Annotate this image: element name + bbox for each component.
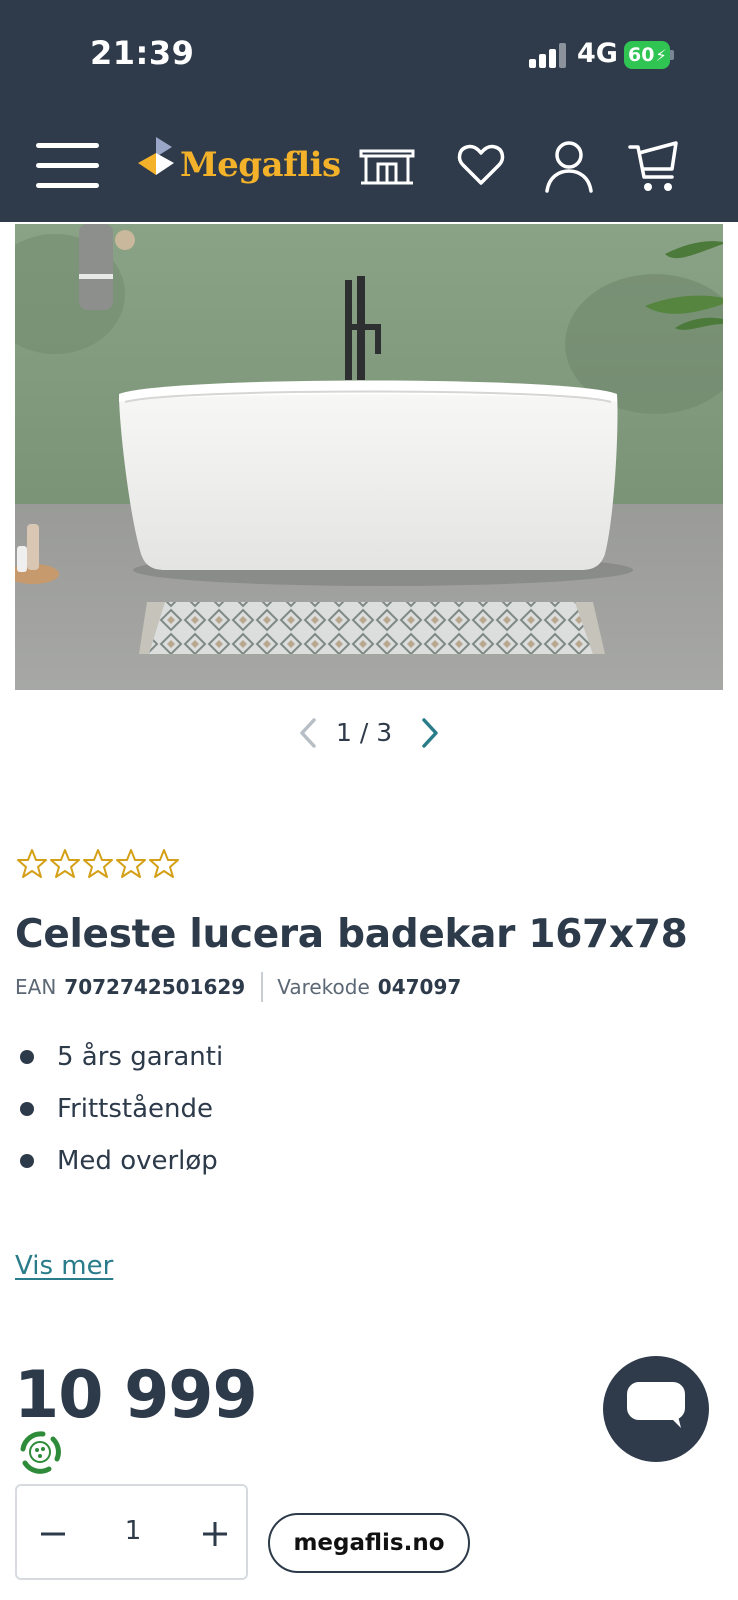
- ean-value: 7072742501629: [64, 975, 246, 999]
- eco-icon: [13, 1425, 67, 1479]
- show-more-link[interactable]: Vis mer: [15, 1251, 113, 1281]
- user-icon[interactable]: [543, 139, 599, 193]
- product-image[interactable]: [15, 224, 723, 690]
- chevron-left-icon[interactable]: [296, 716, 320, 750]
- star-icon: [116, 849, 146, 878]
- star-icon: [17, 849, 47, 878]
- quantity-input[interactable]: [117, 1516, 149, 1546]
- plus-icon[interactable]: [195, 1514, 235, 1554]
- chevron-right-icon[interactable]: [418, 716, 442, 750]
- app-header: 21:39 4G 60⚡ Megaflis: [0, 0, 738, 222]
- sku-value: 047097: [377, 975, 462, 999]
- gallery-pager: 1 / 3: [0, 714, 738, 754]
- list-item: Med overløp: [18, 1144, 223, 1196]
- battery-level: 60: [628, 44, 655, 66]
- bullet-icon: [20, 1050, 34, 1064]
- sku-label: Varekode: [277, 975, 370, 999]
- bullet-icon: [20, 1154, 34, 1168]
- quantity-stepper: [15, 1484, 248, 1580]
- star-icon: [50, 849, 80, 878]
- charging-icon: ⚡: [655, 46, 667, 65]
- usp-text: Med overløp: [57, 1146, 218, 1176]
- network-label: 4G: [577, 38, 618, 69]
- gallery-counter: 1 / 3: [336, 718, 393, 747]
- ean-label: EAN: [15, 975, 57, 999]
- main-nav: Megaflis: [0, 125, 738, 205]
- rating-stars[interactable]: [16, 848, 180, 882]
- minus-icon[interactable]: [33, 1514, 73, 1554]
- usp-list: 5 års garanti Frittstående Med overløp: [18, 1040, 223, 1196]
- product-codes: EAN 7072742501629 Varekode 047097: [15, 972, 461, 1002]
- usp-text: Frittstående: [57, 1094, 214, 1124]
- menu-icon[interactable]: [36, 143, 99, 189]
- usp-text: 5 års garanti: [57, 1042, 224, 1072]
- store-icon[interactable]: [358, 139, 415, 191]
- divider: [261, 972, 264, 1002]
- logo-text: Megaflis: [180, 145, 341, 185]
- chat-button[interactable]: [603, 1356, 709, 1462]
- product-price: 10 999: [14, 1358, 258, 1433]
- site-url-pill[interactable]: megaflis.no: [268, 1513, 470, 1573]
- heart-icon[interactable]: [455, 139, 511, 191]
- star-icon: [83, 849, 113, 878]
- list-item: 5 års garanti: [18, 1040, 223, 1092]
- megaflis-logo[interactable]: Megaflis: [134, 137, 341, 195]
- bullet-icon: [20, 1102, 34, 1116]
- chat-icon: [627, 1382, 685, 1428]
- list-item: Frittstående: [18, 1092, 223, 1144]
- status-time: 21:39: [90, 34, 195, 72]
- battery-icon: 60⚡: [624, 41, 674, 69]
- product-title: Celeste lucera badekar 167x78: [15, 912, 688, 957]
- signal-icon: [529, 42, 569, 68]
- logo-mark-icon: [138, 137, 174, 175]
- star-icon: [149, 849, 179, 878]
- cart-icon[interactable]: [628, 139, 684, 191]
